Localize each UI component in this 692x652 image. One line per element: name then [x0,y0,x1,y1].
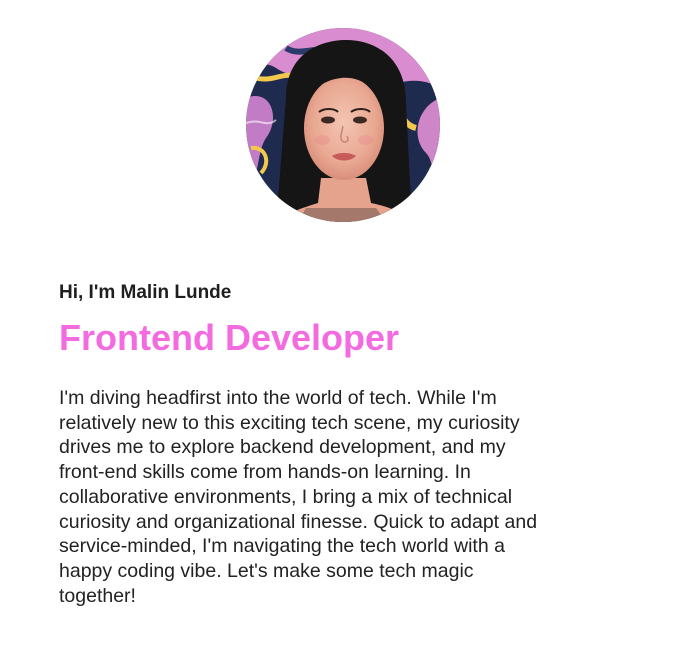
profile-avatar [246,28,440,222]
profile-photo [246,28,440,222]
job-title: Frontend Developer [59,317,400,358]
bio-paragraph: I'm diving headfirst into the world of t… [59,387,538,607]
greeting-heading: Hi, I'm Malin Lunde [59,282,232,303]
